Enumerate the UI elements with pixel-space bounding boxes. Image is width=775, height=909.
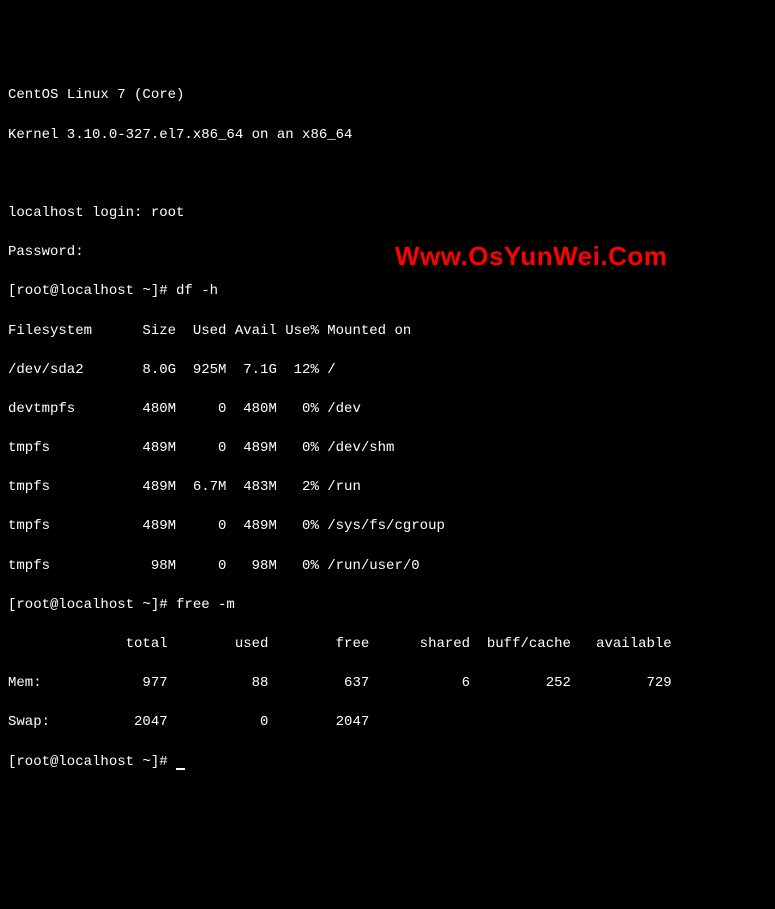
cursor-icon xyxy=(176,768,185,770)
login-prompt[interactable]: localhost login: root xyxy=(8,204,767,224)
kernel-header: Kernel 3.10.0-327.el7.x86_64 on an x86_6… xyxy=(8,126,767,146)
os-header: CentOS Linux 7 (Core) xyxy=(8,86,767,106)
free-swap-row: Swap: 2047 0 2047 xyxy=(8,713,767,733)
free-mem-row: Mem: 977 88 637 6 252 729 xyxy=(8,674,767,694)
df-row: tmpfs 98M 0 98M 0% /run/user/0 xyxy=(8,557,767,577)
df-row: /dev/sda2 8.0G 925M 7.1G 12% / xyxy=(8,361,767,381)
df-row: devtmpfs 480M 0 480M 0% /dev xyxy=(8,400,767,420)
shell-prompt-df[interactable]: [root@localhost ~]# df -h xyxy=(8,282,767,302)
shell-prompt-free[interactable]: [root@localhost ~]# free -m xyxy=(8,596,767,616)
shell-prompt-current[interactable]: [root@localhost ~]# xyxy=(8,753,767,773)
df-row: tmpfs 489M 0 489M 0% /dev/shm xyxy=(8,439,767,459)
watermark-text: Www.OsYunWei.Com xyxy=(395,238,667,274)
free-header: total used free shared buff/cache availa… xyxy=(8,635,767,655)
df-row: tmpfs 489M 0 489M 0% /sys/fs/cgroup xyxy=(8,517,767,537)
df-row: tmpfs 489M 6.7M 483M 2% /run xyxy=(8,478,767,498)
df-header: Filesystem Size Used Avail Use% Mounted … xyxy=(8,322,767,342)
prompt-text: [root@localhost ~]# xyxy=(8,754,176,770)
blank-line xyxy=(8,165,767,185)
